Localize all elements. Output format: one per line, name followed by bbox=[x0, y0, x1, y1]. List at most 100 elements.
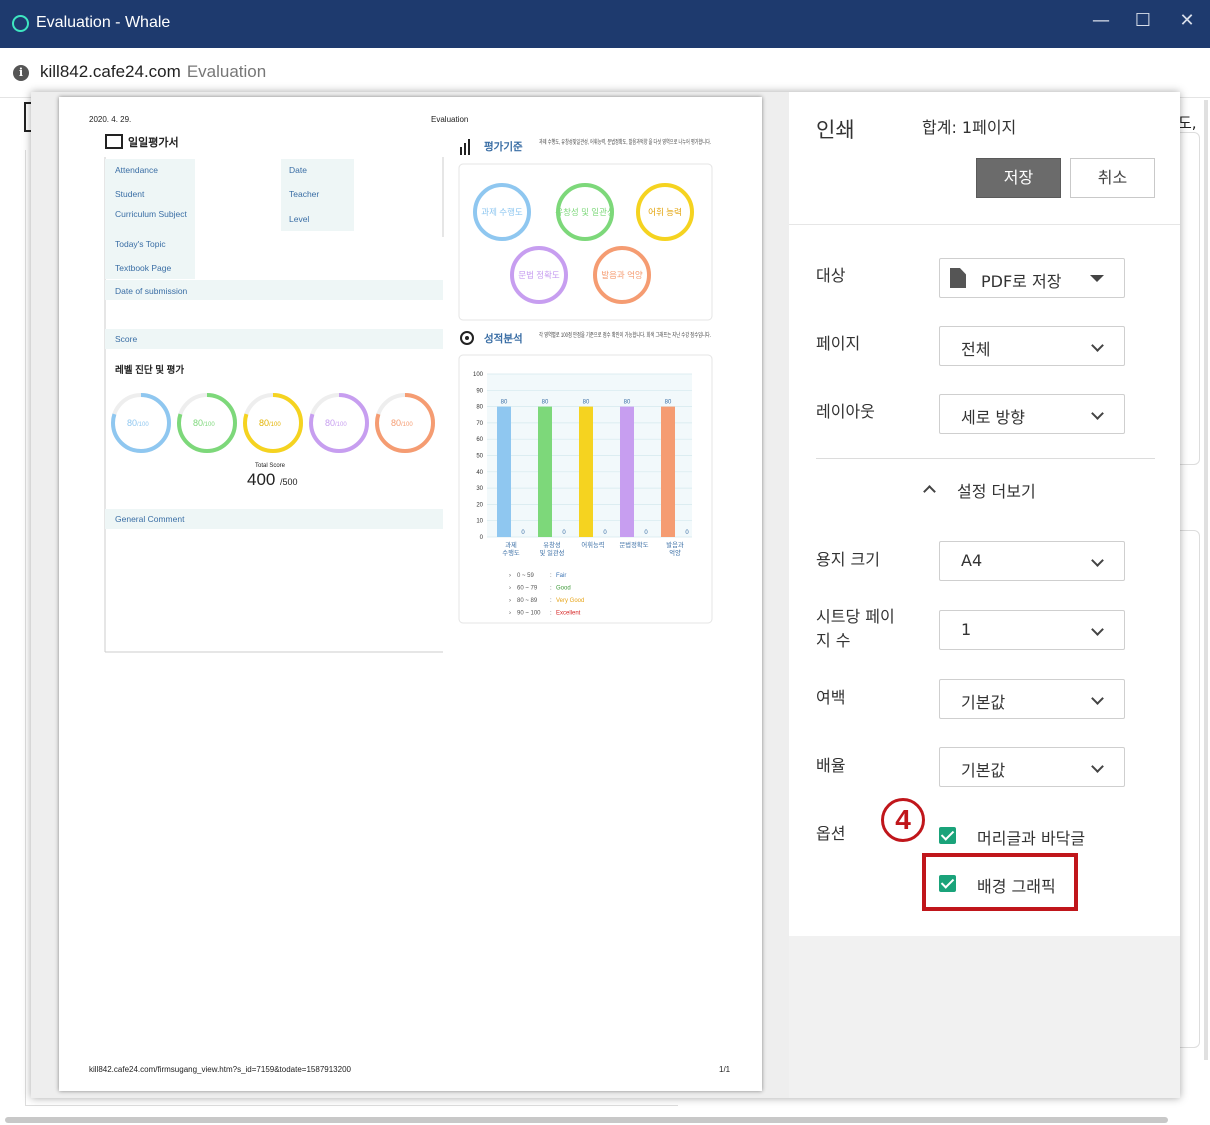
legend-bullet: › bbox=[509, 598, 511, 604]
chart-xtick-label: 어휘능력 bbox=[581, 540, 604, 549]
chart-xtick-label: 문법정확도 bbox=[620, 540, 649, 549]
criteria-circle-label: 과제 수행도 bbox=[481, 207, 523, 217]
preview-header-date: 2020. 4. 29. bbox=[89, 115, 131, 124]
score-row-bg bbox=[105, 329, 443, 349]
chevron-down-icon bbox=[1091, 407, 1104, 420]
paper-size-label: 용지 크기 bbox=[816, 550, 880, 569]
field-textbook: Textbook Page bbox=[115, 263, 172, 273]
chart-ytick-label: 40 bbox=[476, 470, 483, 476]
legend-range: 80 ~ 89 bbox=[517, 598, 538, 604]
url-text[interactable]: kill842.cafe24.com Evaluation bbox=[40, 62, 266, 82]
cancel-button[interactable]: 취소 bbox=[1070, 158, 1155, 198]
chart-ytick-label: 70 bbox=[476, 421, 483, 427]
dropdown-arrow-icon bbox=[1090, 275, 1104, 282]
score-ring-value: 80/100 bbox=[259, 418, 281, 428]
annotation-highlight-box bbox=[922, 853, 1078, 911]
preview-footer-page: 1/1 bbox=[719, 1065, 731, 1074]
background-page-border bbox=[25, 150, 26, 1105]
chevron-down-icon bbox=[1091, 760, 1104, 773]
analysis-desc: 각 영역별로 100점 만점을 기준으로 점수 확인이 가능합니다. 회색 그래… bbox=[539, 331, 711, 339]
criteria-circle-label: 어휘 능력 bbox=[648, 207, 682, 217]
chart-ytick-label: 100 bbox=[473, 372, 484, 378]
legend-label: Excellent bbox=[556, 611, 581, 617]
total-score-value: 400 bbox=[247, 470, 275, 489]
chevron-down-icon bbox=[1091, 623, 1104, 636]
chart-ytick-label: 30 bbox=[476, 486, 483, 492]
chart-bar bbox=[538, 406, 552, 537]
margins-select[interactable]: 기본값 bbox=[939, 679, 1125, 719]
print-dialog: 2020. 4. 29. Evaluation kill842.cafe24.c… bbox=[31, 92, 1180, 1098]
annotation-number-badge: 4 bbox=[881, 798, 925, 842]
preview-footer-url: kill842.cafe24.com/firmsugang_view.htm?s… bbox=[89, 1065, 352, 1074]
chart-data-label: 80 bbox=[624, 400, 631, 406]
destination-select[interactable]: PDF로 저장 bbox=[939, 258, 1125, 298]
total-score-max: /500 bbox=[280, 477, 298, 487]
left-label-bg bbox=[105, 159, 195, 279]
form-title-icon bbox=[105, 134, 123, 149]
headers-footers-checkbox[interactable] bbox=[939, 827, 956, 844]
page-total: 합계: 1페이지 bbox=[922, 118, 1017, 137]
total-score-label: Total Score bbox=[255, 463, 286, 469]
minimize-button[interactable]: — bbox=[1086, 6, 1116, 36]
chart-ytick-label: 90 bbox=[476, 388, 483, 394]
score-bar-chart: 1009080706050403020100800과제수행도800유창성및 일관… bbox=[473, 372, 692, 557]
address-bar[interactable]: i kill842.cafe24.com Evaluation bbox=[0, 48, 1210, 98]
criteria-title: 평가기준 bbox=[484, 140, 523, 153]
chart-ytick-label: 60 bbox=[476, 437, 483, 443]
url-page-title: Evaluation bbox=[186, 62, 267, 81]
chart-data-label: 80 bbox=[665, 400, 672, 406]
pages-label: 페이지 bbox=[816, 334, 861, 353]
chart-bar bbox=[497, 406, 511, 537]
settings-divider bbox=[816, 458, 1155, 459]
chevron-down-icon bbox=[1091, 692, 1104, 705]
chart-xtick-label: 억양 bbox=[669, 549, 681, 557]
legend-range: 60 ~ 79 bbox=[517, 586, 538, 592]
horizontal-scrollbar[interactable] bbox=[5, 1117, 1168, 1123]
layout-select[interactable]: 세로 방향 bbox=[939, 394, 1125, 434]
maximize-button[interactable]: ☐ bbox=[1128, 6, 1158, 36]
vertical-scrollbar[interactable] bbox=[1204, 100, 1208, 1060]
headers-footers-label[interactable]: 머리글과 바닥글 bbox=[977, 825, 1085, 849]
chart-data-label: 80 bbox=[583, 400, 590, 406]
pages-select[interactable]: 전체 bbox=[939, 326, 1125, 366]
chart-ytick-label: 80 bbox=[476, 405, 483, 411]
pages-per-sheet-label: 시트당 페이 지 수 bbox=[816, 605, 895, 653]
paper-size-select[interactable]: A4 bbox=[939, 541, 1125, 581]
chart-xtick-label: 유창성 bbox=[543, 540, 561, 549]
preview-header-title: Evaluation bbox=[431, 115, 468, 124]
preview-sheet: 2020. 4. 29. Evaluation kill842.cafe24.c… bbox=[59, 97, 762, 1091]
save-button[interactable]: 저장 bbox=[976, 158, 1061, 198]
level-title: 레벨 진단 및 평가 bbox=[115, 364, 184, 376]
chart-data-label: 80 bbox=[501, 400, 508, 406]
pages-per-sheet-value: 1 bbox=[961, 620, 972, 639]
chart-bar bbox=[579, 406, 593, 537]
legend-label: Very Good bbox=[556, 598, 584, 604]
field-submission: Date of submission bbox=[115, 286, 188, 296]
background-page-border-bottom bbox=[25, 1105, 678, 1106]
print-preview-area[interactable]: 2020. 4. 29. Evaluation kill842.cafe24.c… bbox=[31, 92, 789, 1098]
scale-select[interactable]: 기본값 bbox=[939, 747, 1125, 787]
chart-data-label: 80 bbox=[542, 400, 549, 406]
site-info-icon[interactable]: i bbox=[13, 65, 29, 81]
pages-per-sheet-select[interactable]: 1 bbox=[939, 610, 1125, 650]
chevron-down-icon bbox=[1091, 554, 1104, 567]
more-settings-toggle[interactable]: 설정 더보기 bbox=[957, 478, 1036, 502]
destination-label: 대상 bbox=[816, 266, 846, 285]
legend-bullet: › bbox=[509, 573, 511, 579]
close-button[interactable]: ✕ bbox=[1172, 6, 1202, 36]
legend-bullet: › bbox=[509, 586, 511, 592]
layout-label: 레이아웃 bbox=[816, 402, 875, 421]
chevron-down-icon bbox=[1091, 339, 1104, 352]
legend-bullet: › bbox=[509, 611, 511, 617]
background-card bbox=[1180, 530, 1200, 1048]
criteria-desc: 과제 수행도, 유창성및일관성, 어휘능력, 문법정확도, 발음과억양 을 다섯… bbox=[539, 138, 711, 146]
margins-label: 여백 bbox=[816, 688, 846, 707]
scale-value: 기본값 bbox=[961, 761, 1006, 780]
form-title: 일일평가서 bbox=[128, 135, 179, 149]
print-settings-panel: 인쇄 합계: 1페이지 저장 취소 대상 PDF로 저장 페이지 전체 레이아웃… bbox=[789, 92, 1180, 1098]
field-date: Date bbox=[289, 165, 307, 175]
legend-label: Fair bbox=[556, 573, 566, 579]
title-bar: Evaluation - Whale — ☐ ✕ bbox=[0, 0, 1210, 48]
whale-app-icon bbox=[12, 15, 29, 32]
url-host: kill842.cafe24.com bbox=[40, 62, 181, 81]
